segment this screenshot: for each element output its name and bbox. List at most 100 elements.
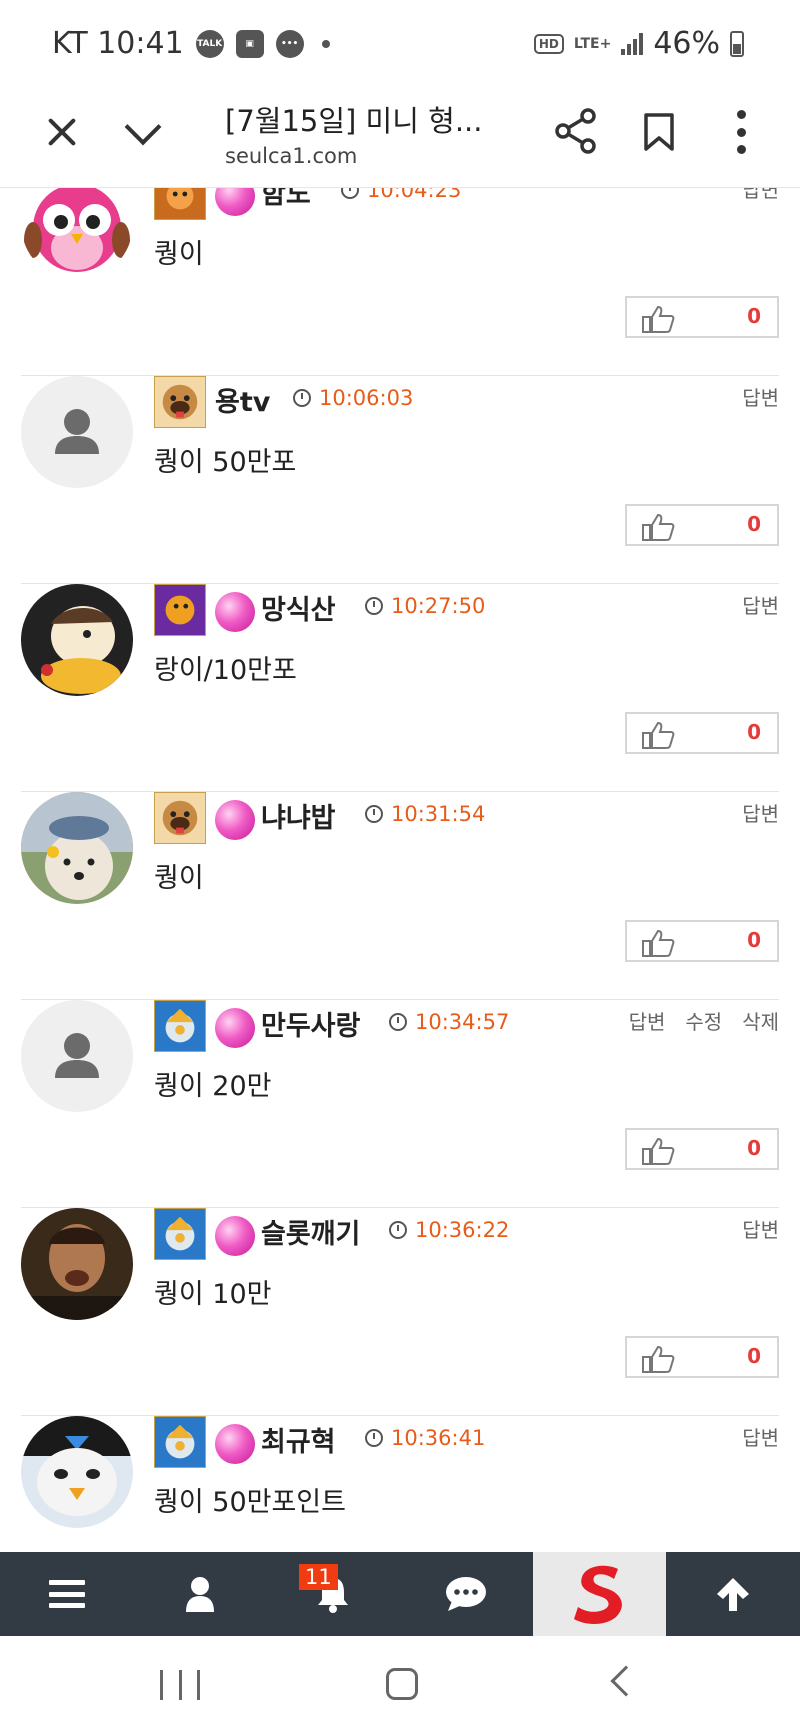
default-user-icon [55, 409, 99, 454]
clock-icon [293, 389, 311, 407]
status-left: KT 10:41 TALK ▣ ••• [52, 26, 330, 61]
like-button[interactable]: 0 [625, 1128, 779, 1170]
owl-avatar-icon [24, 188, 130, 272]
close-icon[interactable] [40, 110, 84, 154]
like-button[interactable]: 0 [625, 920, 779, 962]
chevron-down-icon[interactable] [122, 114, 162, 154]
avatar[interactable] [21, 188, 133, 280]
comment-author[interactable]: 슬롯깨기 [261, 1212, 360, 1251]
reply-button[interactable]: 답변 [629, 1006, 666, 1035]
comment-item: 망식산 10:27:50 답변 랑이/10만포 0 [21, 584, 779, 792]
comment-author[interactable]: 만두사랑 [261, 1004, 360, 1043]
comment-time: 10:31:54 [365, 802, 485, 826]
edit-button[interactable]: 수정 [685, 1006, 722, 1035]
comment-author[interactable]: 최규혁 [261, 1420, 336, 1459]
avatar[interactable] [21, 376, 133, 488]
avatar[interactable] [21, 1208, 133, 1320]
gem-icon [215, 592, 255, 632]
home-icon[interactable] [386, 1668, 418, 1700]
time-text: 10:27:50 [391, 594, 486, 618]
comment-author[interactable]: 냐냐밥 [261, 796, 336, 835]
comment-author[interactable]: 망식산 [261, 588, 336, 627]
thumbs-up-icon [642, 305, 675, 333]
like-button[interactable]: 0 [625, 296, 779, 338]
recents-icon[interactable] [160, 1670, 200, 1700]
like-button[interactable]: 0 [625, 712, 779, 754]
chat-button[interactable] [399, 1552, 532, 1636]
comment-text: 퀑이 [154, 239, 204, 270]
time-text: 10:34:57 [415, 1010, 510, 1034]
avatar[interactable] [21, 584, 133, 696]
comment-actions: 답변 [742, 590, 779, 619]
comment-text: 퀑이 10만 [154, 1279, 272, 1310]
thumbs-up-icon [642, 721, 675, 749]
like-button[interactable]: 0 [625, 504, 779, 546]
page-title[interactable]: [7월15일] 미니 형... [225, 98, 482, 140]
more-options-icon[interactable] [734, 110, 748, 154]
comment-time: 10:36:41 [365, 1426, 485, 1450]
comment-time: 10:04:23 [341, 188, 461, 202]
comment-text: 랑이/10만포 [154, 655, 297, 686]
avatar[interactable] [21, 792, 133, 904]
comment-time: 10:27:50 [365, 594, 485, 618]
like-button[interactable]: 0 [625, 1336, 779, 1378]
reply-button[interactable]: 답변 [742, 188, 779, 203]
reply-button[interactable]: 답변 [742, 382, 779, 411]
delete-button[interactable]: 삭제 [742, 1006, 779, 1035]
user-icon [185, 1577, 214, 1612]
like-count: 0 [747, 720, 761, 744]
time-text: 10:31:54 [391, 802, 486, 826]
reply-button[interactable]: 답변 [742, 798, 779, 827]
time-text: 10:36:41 [391, 1426, 486, 1450]
comment-author[interactable]: 용tv [215, 380, 270, 419]
gallery-icon: ▣ [235, 29, 264, 58]
user-button[interactable] [133, 1552, 266, 1636]
chat-bubble-icon: ••• [275, 29, 304, 58]
comment-item: 용tv 10:06:03 답변 퀑이 50만포 0 [21, 376, 779, 584]
time-text: 10:04:23 [367, 188, 462, 202]
notification-badge: 11 [299, 1564, 338, 1590]
site-logo[interactable] [533, 1552, 666, 1636]
reply-button[interactable]: 답변 [742, 1214, 779, 1243]
reply-button[interactable]: 답변 [742, 1422, 779, 1451]
comment-item: 슬롯깨기 10:36:22 답변 퀑이 10만 0 [21, 1208, 779, 1416]
comment-time: 10:34:57 [389, 1010, 509, 1034]
level-fox-icon [154, 188, 206, 220]
thumbs-up-icon [642, 929, 675, 957]
battery-icon [730, 30, 744, 57]
clock-icon [341, 188, 359, 199]
back-icon[interactable] [610, 1665, 642, 1697]
avatar[interactable] [21, 1416, 133, 1528]
gem-icon [215, 800, 255, 840]
thumbs-up-icon [642, 513, 675, 541]
bookmark-icon[interactable] [643, 112, 675, 152]
clock-icon [389, 1221, 407, 1239]
avatar[interactable] [21, 1000, 133, 1112]
comment-text: 퀑이 50만포 [154, 447, 297, 478]
menu-button[interactable] [0, 1552, 133, 1636]
page-url[interactable]: seulca1.com [225, 144, 357, 168]
comment-actions: 답변 [742, 798, 779, 827]
status-right: HD LTE+ 46% [533, 26, 744, 61]
gem-icon [215, 1008, 255, 1048]
system-nav-bar [0, 1636, 800, 1734]
scroll-top-button[interactable] [666, 1552, 800, 1636]
comment-text: 퀑이 50만포인트 [154, 1487, 346, 1518]
network-type: LTE+ [573, 35, 612, 52]
chat-icon [445, 1577, 486, 1611]
thumbs-up-icon [642, 1137, 675, 1165]
comment-actions: 답변 수정 삭제 [629, 1006, 779, 1035]
like-count: 0 [747, 1344, 761, 1368]
comment-actions: 답변 [742, 382, 779, 411]
thumbs-up-icon [642, 1345, 675, 1373]
comment-time: 10:06:03 [293, 386, 413, 410]
like-count: 0 [747, 512, 761, 536]
logo-icon [573, 1565, 622, 1624]
share-icon[interactable] [554, 108, 598, 154]
menu-icon [48, 1580, 85, 1608]
comment-author[interactable]: 함도 [261, 188, 311, 211]
dot-icon [321, 39, 330, 48]
level-blue-icon [154, 1208, 206, 1260]
reply-button[interactable]: 답변 [742, 590, 779, 619]
clock-icon [389, 1013, 407, 1031]
